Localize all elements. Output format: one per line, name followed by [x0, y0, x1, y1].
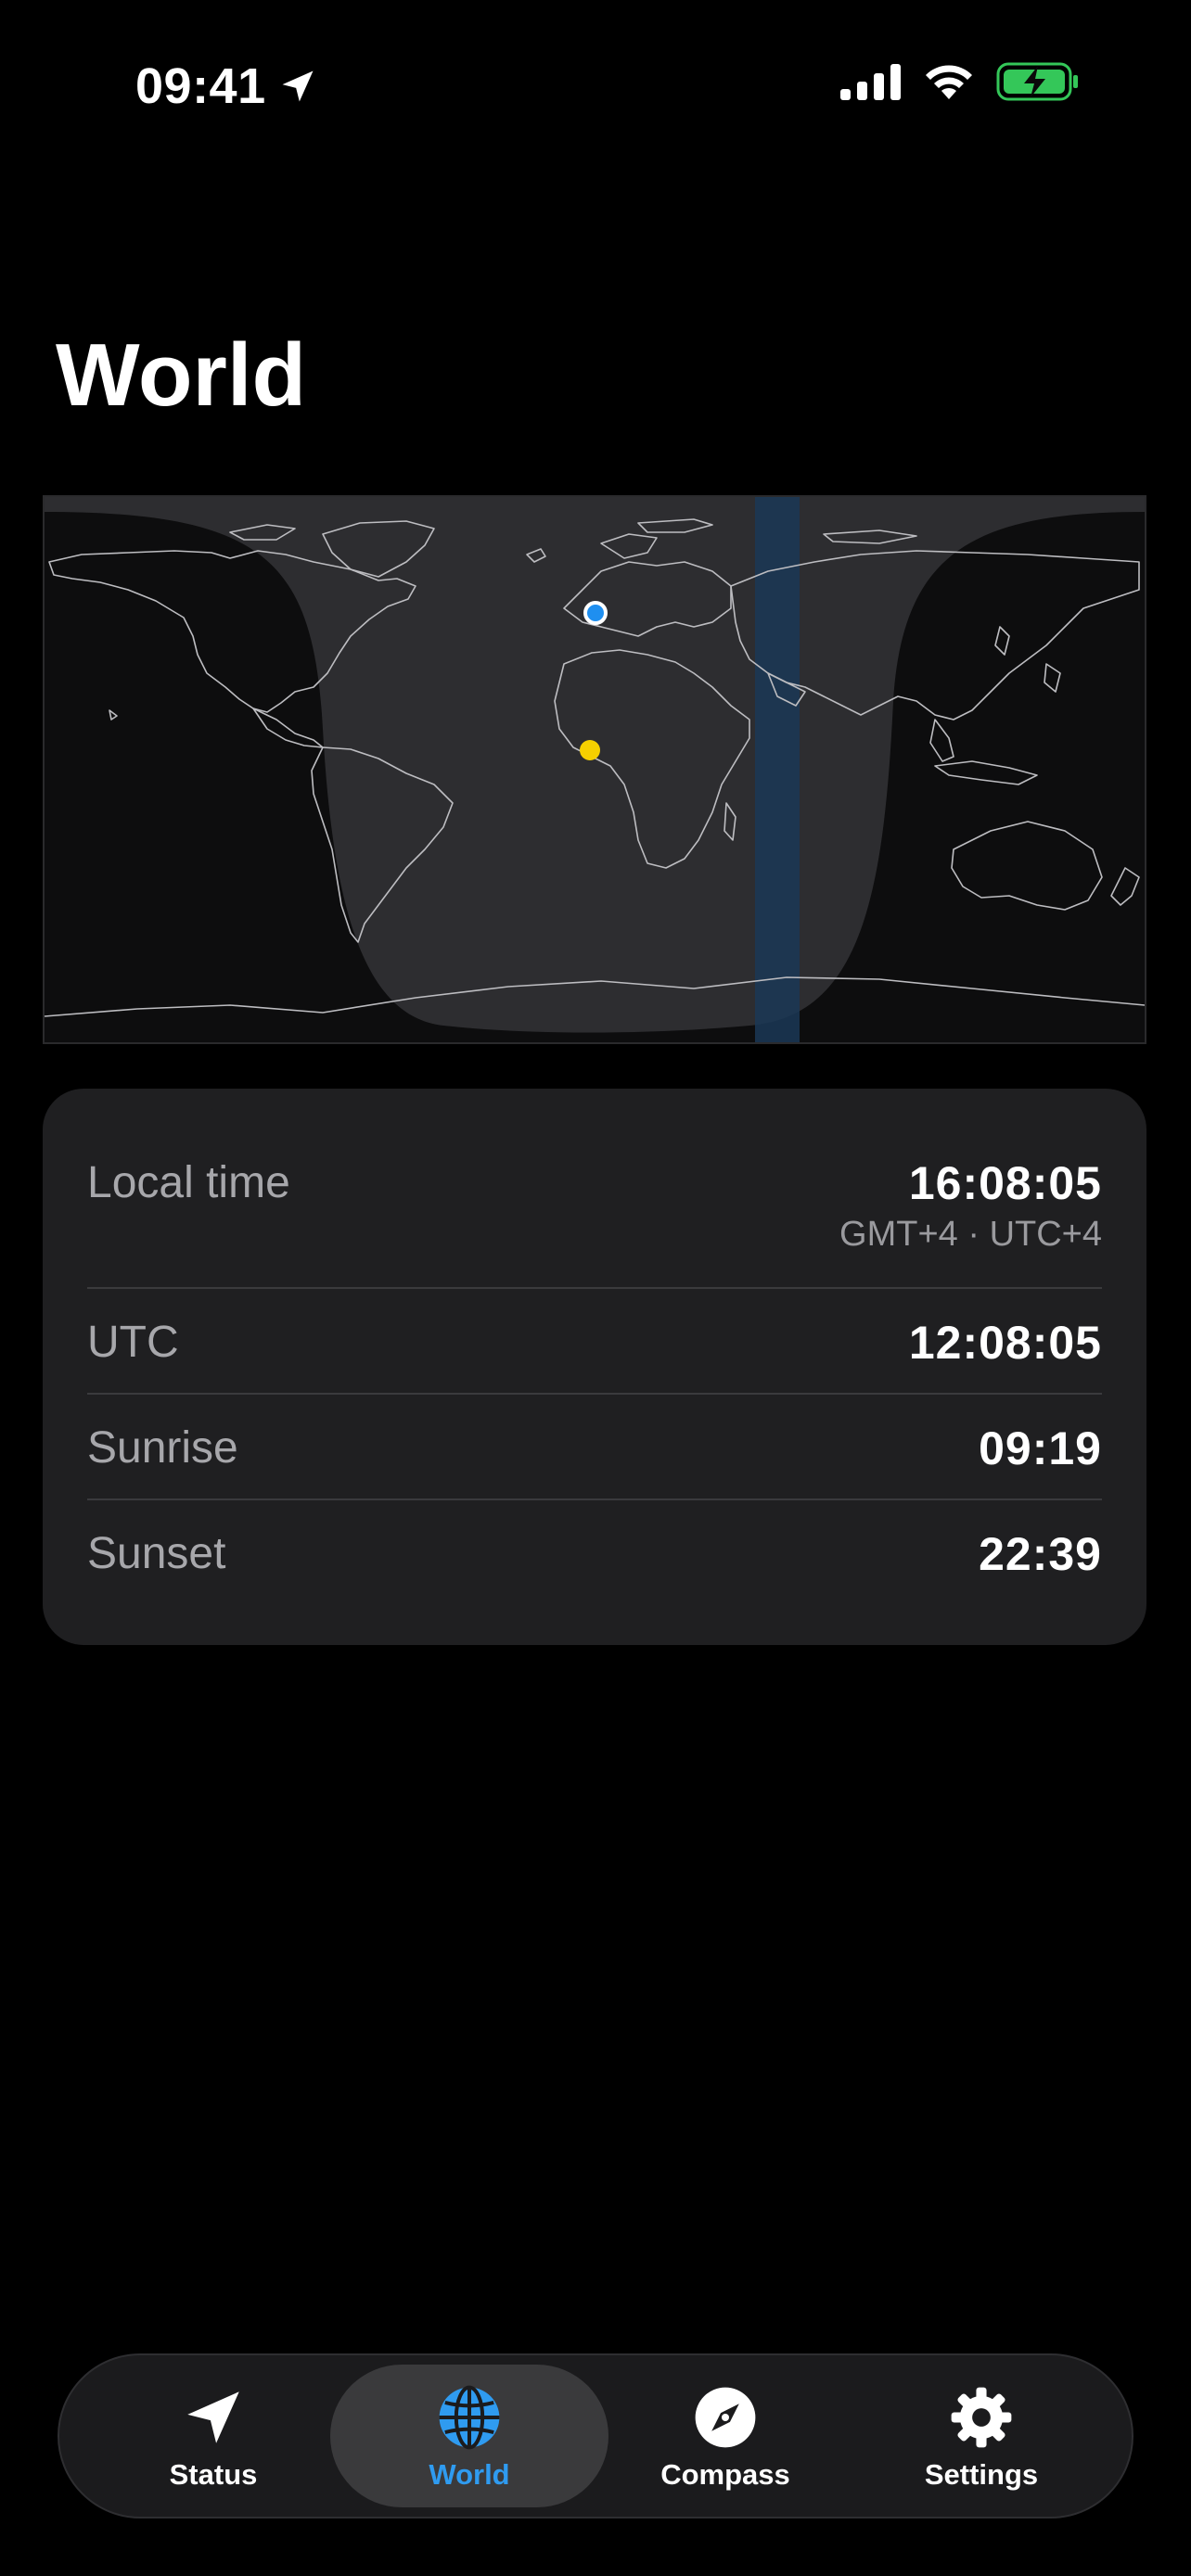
tab-compass-label: Compass [660, 2458, 790, 2491]
sunrise-value: 09:19 [979, 1422, 1102, 1474]
cellular-signal-icon [840, 64, 901, 100]
location-arrow-icon [187, 2391, 239, 2443]
tab-settings-label: Settings [924, 2458, 1039, 2491]
sunset-value: 22:39 [979, 1528, 1102, 1580]
tab-status[interactable]: Status [74, 2365, 352, 2507]
local-time-label: Local time [87, 1158, 290, 1207]
globe-icon [439, 2385, 500, 2450]
wifi-icon [926, 65, 972, 99]
status-time-group: 09:41 [135, 54, 318, 119]
status-bar: 09:41 [0, 0, 1191, 176]
sunset-label: Sunset [87, 1529, 226, 1578]
status-time: 09:41 [135, 58, 266, 114]
time-info-card: Local time 16:08:05 GMT+4 · UTC+4 UTC 12… [43, 1089, 1146, 1645]
tab-world[interactable]: World [330, 2365, 608, 2507]
sun-position-marker [580, 740, 600, 760]
tab-status-label: Status [169, 2458, 258, 2491]
local-time-value: 16:08:05 [908, 1157, 1102, 1209]
world-map[interactable] [43, 495, 1146, 1044]
page-title: World [56, 325, 307, 425]
timezone-band [755, 497, 800, 1042]
sunrise-row: Sunrise 09:19 [87, 1395, 1102, 1500]
battery-charging-icon [996, 62, 1078, 101]
compass-icon [695, 2387, 756, 2448]
utc-label: UTC [87, 1318, 179, 1367]
world-map-canvas [45, 497, 1145, 1042]
sunset-row: Sunset 22:39 [87, 1500, 1102, 1606]
utc-value: 12:08:05 [908, 1317, 1102, 1369]
tab-compass[interactable]: Compass [586, 2365, 864, 2507]
location-services-icon [282, 70, 314, 102]
local-time-zone: GMT+4 · UTC+4 [839, 1215, 1102, 1254]
tab-settings[interactable]: Settings [842, 2365, 1121, 2507]
utc-row: UTC 12:08:05 [87, 1289, 1102, 1395]
tab-bar: Status World Compass Settings [58, 2353, 1133, 2519]
sunrise-label: Sunrise [87, 1423, 238, 1473]
local-time-row: Local time 16:08:05 GMT+4 · UTC+4 [87, 1089, 1102, 1289]
current-location-marker[interactable] [583, 601, 608, 625]
status-indicators [840, 61, 1080, 102]
tab-world-label: World [429, 2458, 510, 2491]
gear-icon [951, 2387, 1012, 2448]
